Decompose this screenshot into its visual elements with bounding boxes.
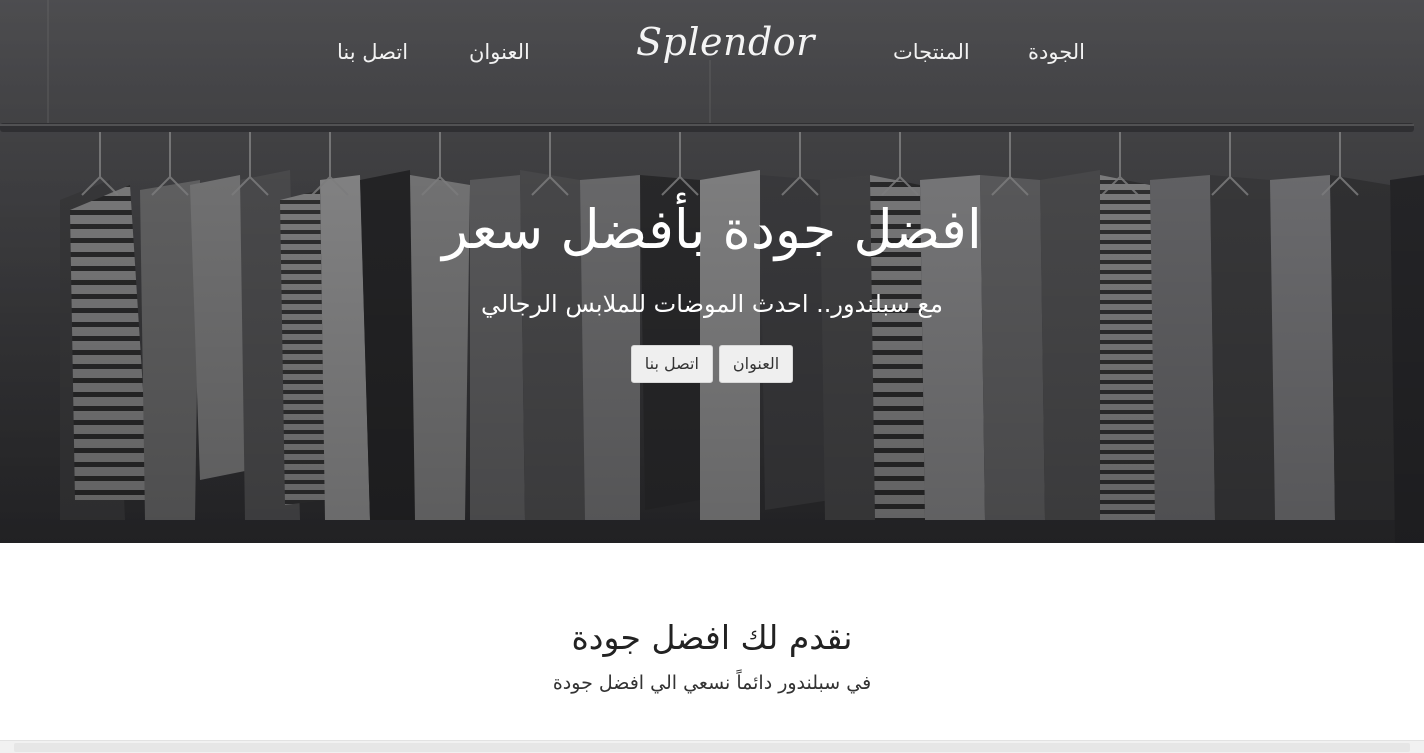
hero-subtitle: مع سبلندور.. احدث الموضات للملابس الرجال… — [481, 290, 943, 318]
nav-contact[interactable]: اتصل بنا — [337, 40, 408, 64]
contact-button[interactable]: اتصل بنا — [630, 345, 713, 383]
nav-products[interactable]: المنتجات — [893, 40, 970, 64]
horizontal-scrollbar[interactable] — [0, 740, 1424, 753]
site-logo[interactable]: Splendor — [636, 20, 814, 64]
nav-quality[interactable]: الجودة — [1028, 40, 1085, 64]
clothing-rack-background — [0, 0, 1424, 543]
hero-buttons: العنوان اتصل بنا — [0, 345, 1424, 383]
hero-title: افضل جودة بأفضل سعر — [442, 198, 982, 261]
hero-banner: الجودة المنتجات Splendor العنوان اتصل بن… — [0, 0, 1424, 543]
address-button[interactable]: العنوان — [718, 345, 794, 383]
scrollbar-thumb[interactable] — [14, 743, 1410, 752]
section-subtitle: في سبلندور دائماً نسعي الي افضل جودة — [552, 672, 872, 694]
section-title: نقدم لك افضل جودة — [571, 618, 853, 657]
nav-address[interactable]: العنوان — [469, 40, 530, 64]
